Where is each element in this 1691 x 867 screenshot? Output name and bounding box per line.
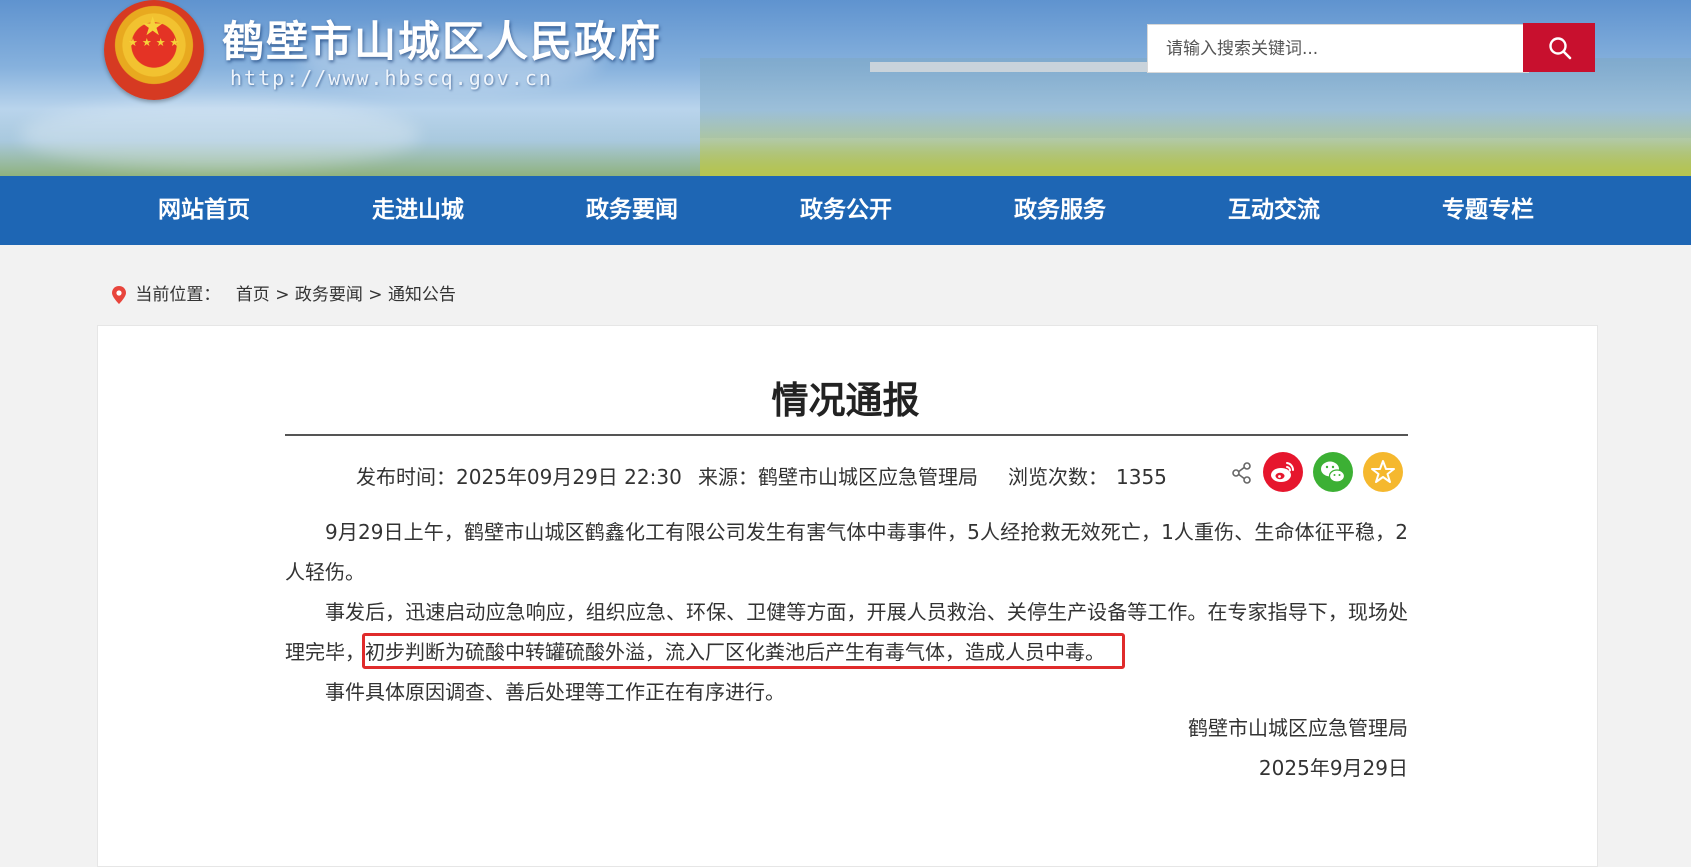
breadcrumb-home-link[interactable]: 首页 <box>236 285 270 305</box>
nav-item-open-gov[interactable]: 政务公开 <box>756 176 936 245</box>
breadcrumb-current-link[interactable]: 通知公告 <box>388 285 456 305</box>
breadcrumb-separator: > <box>368 285 383 305</box>
national-emblem-icon: ★ ★★★★ <box>104 0 204 100</box>
publish-time: 发布时间：2025年09月29日 22:30 <box>356 465 682 489</box>
breadcrumb-section-link[interactable]: 政务要闻 <box>295 285 363 305</box>
search-box <box>1147 24 1529 73</box>
nav-item-home[interactable]: 网站首页 <box>114 176 294 245</box>
search-button[interactable] <box>1523 23 1595 72</box>
view-count-label: 浏览次数： <box>1008 465 1108 489</box>
title-divider <box>285 434 1408 436</box>
breadcrumb: 当前位置： 首页 > 政务要闻 > 通知公告 <box>112 282 456 308</box>
breadcrumb-label: 当前位置： <box>135 285 221 305</box>
main-nav: 网站首页 走进山城 政务要闻 政务公开 政务服务 互动交流 专题专栏 <box>0 176 1691 245</box>
site-title: 鹤壁市山城区人民政府 <box>222 17 663 66</box>
wechat-share-button[interactable] <box>1313 452 1353 492</box>
nav-item-interaction[interactable]: 互动交流 <box>1184 176 1364 245</box>
article-source: 来源：鹤壁市山城区应急管理局 <box>698 465 978 489</box>
banner-pier <box>870 62 1170 72</box>
view-count: 浏览次数： 1355 <box>1008 461 1167 490</box>
nav-item-topics[interactable]: 专题专栏 <box>1398 176 1578 245</box>
highlight-box <box>362 633 1125 669</box>
signature-org: 鹤壁市山城区应急管理局 <box>1188 716 1408 740</box>
share-icon[interactable] <box>1231 462 1253 484</box>
signature-date: 2025年9月29日 <box>1258 756 1408 780</box>
weibo-share-button[interactable] <box>1263 452 1303 492</box>
banner-shore <box>700 110 1691 176</box>
article-paragraph-3: 事件具体原因调查、善后处理等工作正在有序进行。 <box>325 680 785 704</box>
nav-item-about[interactable]: 走进山城 <box>328 176 508 245</box>
wechat-icon <box>1321 461 1346 483</box>
nav-item-news[interactable]: 政务要闻 <box>542 176 722 245</box>
article-title: 情况通报 <box>771 379 920 422</box>
breadcrumb-separator: > <box>275 285 290 305</box>
weibo-icon <box>1271 462 1295 482</box>
view-count-value: 1355 <box>1116 465 1167 489</box>
favorite-icon <box>1371 460 1395 483</box>
search-icon <box>1549 37 1572 60</box>
banner-cloud <box>20 100 420 170</box>
emblem-small-stars-icon: ★★★★ <box>128 36 184 49</box>
site-url: http://www.hbscq.gov.cn <box>230 66 553 90</box>
search-input[interactable] <box>1148 25 1478 72</box>
article-paragraph-1: 9月29日上午，鹤壁市山城区鹤鑫化工有限公司发生有害气体中毒事件，5人经抢救无效… <box>285 520 1408 584</box>
location-pin-icon <box>112 286 126 304</box>
nav-item-services[interactable]: 政务服务 <box>970 176 1150 245</box>
favorite-button[interactable] <box>1363 452 1403 492</box>
